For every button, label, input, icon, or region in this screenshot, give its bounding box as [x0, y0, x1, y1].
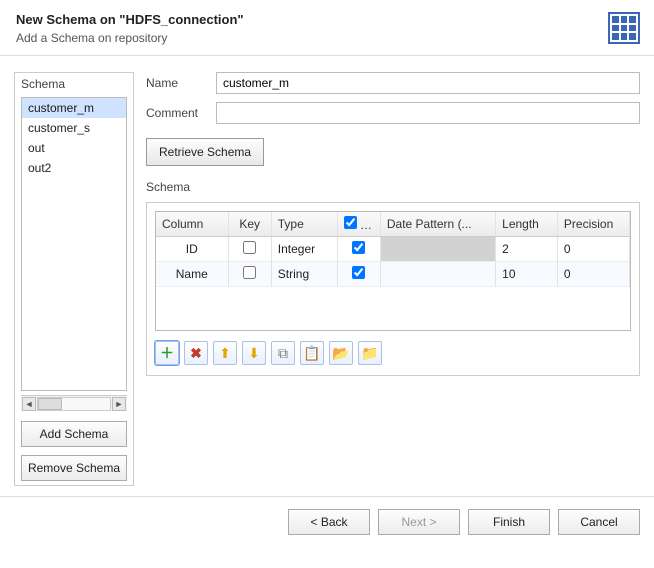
scroll-track[interactable] — [37, 397, 111, 411]
schema-grid[interactable]: Column Key Type N.. Date Pattern (... Le… — [155, 211, 631, 331]
arrow-down-icon: ⬇ — [248, 345, 260, 362]
add-schema-button[interactable]: Add Schema — [21, 421, 127, 447]
delete-row-button[interactable]: ✖ — [184, 341, 208, 365]
scroll-thumb[interactable] — [38, 398, 62, 410]
copy-icon: ⧉ — [278, 345, 288, 362]
schema-list-title: Schema — [15, 73, 133, 95]
col-header-precision[interactable]: Precision — [557, 212, 629, 237]
nullable-header-text: N.. — [360, 218, 375, 232]
cell-key[interactable] — [228, 262, 271, 287]
col-header-type[interactable]: Type — [271, 212, 337, 237]
retrieve-schema-button[interactable]: Retrieve Schema — [146, 138, 264, 166]
paste-icon: 📋 — [303, 345, 320, 362]
table-row[interactable]: Name String 100 — [156, 262, 630, 287]
col-header-column[interactable]: Column — [156, 212, 228, 237]
cell-length[interactable]: 2 — [496, 237, 558, 262]
schema-list-item[interactable]: out — [22, 138, 126, 158]
col-header-nullable[interactable]: N.. — [337, 212, 380, 237]
name-label: Name — [146, 76, 208, 90]
schema-toolbar: ＋ ✖ ⬆ ⬇ ⧉ 📋 📂 📁 — [155, 341, 631, 365]
copy-button[interactable]: ⧉ — [271, 341, 295, 365]
comment-input[interactable] — [216, 102, 640, 124]
scroll-right-icon[interactable]: ► — [112, 397, 126, 411]
dialog-header: New Schema on "HDFS_connection" Add a Sc… — [0, 0, 654, 56]
remove-schema-button[interactable]: Remove Schema — [21, 455, 127, 481]
export-button[interactable]: 📁 — [358, 341, 382, 365]
table-row[interactable]: ID Integer 20 — [156, 237, 630, 262]
key-checkbox[interactable] — [243, 266, 256, 279]
cell-date-pattern[interactable] — [380, 237, 495, 262]
nullable-header-checkbox[interactable] — [344, 216, 357, 229]
name-input[interactable] — [216, 72, 640, 94]
cell-column[interactable]: Name — [156, 262, 228, 287]
table-grid-icon — [608, 12, 640, 44]
cell-type[interactable]: String — [271, 262, 337, 287]
scroll-left-icon[interactable]: ◄ — [22, 397, 36, 411]
cell-date-pattern[interactable] — [380, 262, 495, 287]
finish-button[interactable]: Finish — [468, 509, 550, 535]
cell-nullable[interactable] — [337, 262, 380, 287]
cell-length[interactable]: 10 — [496, 262, 558, 287]
import-button[interactable]: 📂 — [329, 341, 353, 365]
schema-section-title: Schema — [146, 180, 640, 194]
cell-precision[interactable]: 0 — [557, 262, 629, 287]
col-header-date-pattern[interactable]: Date Pattern (... — [380, 212, 495, 237]
dialog-footer: < Back Next > Finish Cancel — [0, 496, 654, 547]
paste-button[interactable]: 📋 — [300, 341, 324, 365]
schema-list-item[interactable]: customer_m — [22, 98, 126, 118]
cell-key[interactable] — [228, 237, 271, 262]
cell-column[interactable]: ID — [156, 237, 228, 262]
grid-header-row: Column Key Type N.. Date Pattern (... Le… — [156, 212, 630, 237]
cell-nullable[interactable] — [337, 237, 380, 262]
add-row-button[interactable]: ＋ — [155, 341, 179, 365]
col-header-length[interactable]: Length — [496, 212, 558, 237]
next-button: Next > — [378, 509, 460, 535]
schema-list-item[interactable]: out2 — [22, 158, 126, 178]
schema-list-scrollbar[interactable]: ◄ ► — [21, 395, 127, 411]
move-down-button[interactable]: ⬇ — [242, 341, 266, 365]
schema-detail-panel: Name Comment Retrieve Schema Schema — [146, 72, 640, 486]
comment-label: Comment — [146, 106, 208, 120]
import-icon: 📂 — [332, 345, 349, 362]
schema-list-panel: Schema customer_mcustomer_soutout2 ◄ ► A… — [14, 72, 134, 486]
back-button[interactable]: < Back — [288, 509, 370, 535]
col-header-key[interactable]: Key — [228, 212, 271, 237]
schema-box: Column Key Type N.. Date Pattern (... Le… — [146, 202, 640, 376]
move-up-button[interactable]: ⬆ — [213, 341, 237, 365]
nullable-checkbox[interactable] — [352, 241, 365, 254]
schema-list-item[interactable]: customer_s — [22, 118, 126, 138]
arrow-up-icon: ⬆ — [219, 345, 231, 362]
cell-precision[interactable]: 0 — [557, 237, 629, 262]
key-checkbox[interactable] — [243, 241, 256, 254]
schema-list[interactable]: customer_mcustomer_soutout2 — [21, 97, 127, 391]
delete-icon: ✖ — [190, 345, 202, 362]
dialog-subtitle: Add a Schema on repository — [16, 31, 638, 45]
plus-icon: ＋ — [160, 343, 174, 363]
dialog-title: New Schema on "HDFS_connection" — [16, 12, 638, 27]
nullable-checkbox[interactable] — [352, 266, 365, 279]
cell-type[interactable]: Integer — [271, 237, 337, 262]
export-icon: 📁 — [361, 345, 378, 362]
cancel-button[interactable]: Cancel — [558, 509, 640, 535]
